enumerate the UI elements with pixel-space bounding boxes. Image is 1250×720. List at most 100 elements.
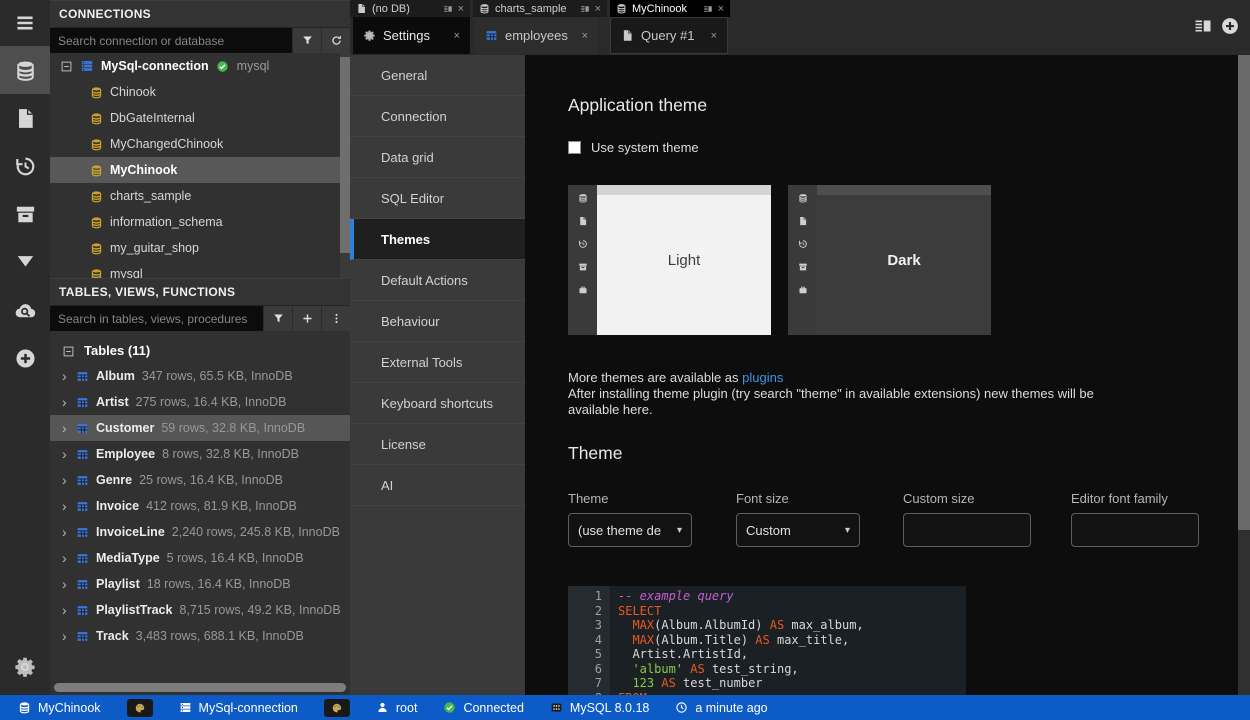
statusbar-item-root[interactable]: root <box>376 701 418 715</box>
settings-menu-item-SQL-Editor[interactable]: SQL Editor <box>350 178 525 219</box>
theme-card-sidebar <box>568 185 597 335</box>
theme-card-light[interactable]: Light <box>568 185 771 335</box>
table-meta: 18 rows, 16.4 KB, InnoDB <box>147 577 291 591</box>
iconbar-item-settings[interactable] <box>0 647 50 687</box>
table-icon <box>76 552 89 565</box>
connections-search-row <box>50 28 350 53</box>
close-icon[interactable]: × <box>711 30 717 42</box>
tables-search-input[interactable] <box>50 306 263 331</box>
statusbar-item-MySql-connection[interactable]: MySql-connection <box>179 701 298 715</box>
font-size-select[interactable]: Custom▾ <box>736 513 860 547</box>
iconbar-item-query-designer[interactable] <box>0 238 50 286</box>
close-icon[interactable]: × <box>454 30 460 42</box>
refresh-connections-button[interactable] <box>321 28 350 53</box>
database-item-information_schema[interactable]: information_schema <box>50 209 350 235</box>
field-theme: Theme(use theme de▾ <box>568 491 692 547</box>
editor-font-family-input[interactable] <box>1071 513 1199 547</box>
main-scrollbar-thumb[interactable] <box>1238 55 1250 530</box>
tables-search-row <box>50 306 350 331</box>
minus-box-icon <box>62 345 75 358</box>
statusbar-item-MyChinook[interactable]: MyChinook <box>18 701 101 715</box>
database-item-Chinook[interactable]: Chinook <box>50 79 350 105</box>
connections-scrollbar[interactable] <box>340 53 350 278</box>
table-row-Album[interactable]: ›Album347 rows, 65.5 KB, InnoDB <box>50 363 350 389</box>
settings-menu-item-Connection[interactable]: Connection <box>350 96 525 137</box>
settings-menu-item-Data-grid[interactable]: Data grid <box>350 137 525 178</box>
example-code-editor[interactable]: 12345678 -- example querySELECT MAX(Albu… <box>568 586 966 695</box>
topbar-layout-icon[interactable] <box>1193 16 1213 36</box>
settings-menu-item-Themes[interactable]: Themes <box>350 219 525 260</box>
iconbar-item-files[interactable] <box>0 94 50 142</box>
table-row-Customer[interactable]: ›Customer59 rows, 32.8 KB, InnoDB <box>50 415 350 441</box>
settings-menu-item-Keyboard-shortcuts[interactable]: Keyboard shortcuts <box>350 383 525 424</box>
filter-connections-button[interactable] <box>292 28 321 53</box>
theme-card-dark[interactable]: Dark <box>788 185 991 335</box>
iconbar-item-archive[interactable] <box>0 190 50 238</box>
statusbar-theme-chip[interactable] <box>324 699 350 717</box>
theme-cards: LightDark <box>568 185 1238 335</box>
database-item-MyChinook[interactable]: MyChinook <box>50 157 350 183</box>
statusbar-item-Connected[interactable]: Connected <box>443 701 523 715</box>
tab-group-charts_sample[interactable]: charts_sample× <box>473 0 607 17</box>
theme-select[interactable]: (use theme de▾ <box>568 513 692 547</box>
table-row-Employee[interactable]: ›Employee8 rows, 32.8 KB, InnoDB <box>50 441 350 467</box>
settings-menu-item-External-Tools[interactable]: External Tools <box>350 342 525 383</box>
plugins-link[interactable]: plugins <box>742 370 783 385</box>
settings-menu-item-AI[interactable]: AI <box>350 465 525 506</box>
statusbar-item-a-minute-ago[interactable]: a minute ago <box>675 701 767 715</box>
use-system-theme-checkbox[interactable] <box>568 141 581 154</box>
filter-tables-button[interactable] <box>263 306 292 331</box>
database-item-charts_sample[interactable]: charts_sample <box>50 183 350 209</box>
connection-root-row[interactable]: MySql-connectionmysql <box>50 53 350 79</box>
tab-group-MyChinook[interactable]: MyChinook× <box>610 0 730 17</box>
connections-search-input[interactable] <box>50 28 292 53</box>
tables-horizontal-scrollbar[interactable] <box>54 683 346 692</box>
table-row-PlaylistTrack[interactable]: ›PlaylistTrack8,715 rows, 49.2 KB, InnoD… <box>50 597 350 623</box>
code-token: 'album' <box>632 662 683 676</box>
statusbar-theme-chip[interactable] <box>127 699 153 717</box>
table-row-Playlist[interactable]: ›Playlist18 rows, 16.4 KB, InnoDB <box>50 571 350 597</box>
topbar-icons <box>1193 16 1240 36</box>
table-row-InvoiceLine[interactable]: ›InvoiceLine2,240 rows, 245.8 KB, InnoDB <box>50 519 350 545</box>
tables-group-row[interactable]: Tables (11) <box>50 337 350 363</box>
database-item-DbGateInternal[interactable]: DbGateInternal <box>50 105 350 131</box>
table-row-MediaType[interactable]: ›MediaType5 rows, 16.4 KB, InnoDB <box>50 545 350 571</box>
tables-menu-button[interactable] <box>321 306 350 331</box>
file-icon <box>621 29 634 42</box>
tab-Query-1[interactable]: Query #1× <box>610 17 728 54</box>
table-row-Invoice[interactable]: ›Invoice412 rows, 81.9 KB, InnoDB <box>50 493 350 519</box>
iconbar-item-add[interactable] <box>0 334 50 382</box>
iconbar-item-history[interactable] <box>0 142 50 190</box>
close-icon[interactable]: × <box>718 3 724 15</box>
database-item-MyChangedChinook[interactable]: MyChangedChinook <box>50 131 350 157</box>
main-scrollbar[interactable] <box>1238 55 1250 695</box>
table-row-Artist[interactable]: ›Artist275 rows, 16.4 KB, InnoDB <box>50 389 350 415</box>
settings-menu-item-Behaviour[interactable]: Behaviour <box>350 301 525 342</box>
iconbar-item-cloud-search[interactable] <box>0 286 50 334</box>
iconbar-item-main-menu[interactable] <box>0 0 50 46</box>
topbar-add-circle-icon[interactable] <box>1220 16 1240 36</box>
custom-size-input[interactable] <box>903 513 1031 547</box>
settings-menu-item-License[interactable]: License <box>350 424 525 465</box>
connections-scrollbar-thumb[interactable] <box>340 57 350 253</box>
statusbar-item-MySQL-8-0-18[interactable]: MySQL 8.0.18 <box>550 701 649 715</box>
collapse-icon[interactable] <box>62 342 75 357</box>
table-meta: 3,483 rows, 688.1 KB, InnoDB <box>136 629 304 643</box>
close-icon[interactable]: × <box>458 3 464 15</box>
iconbar-item-databases[interactable] <box>0 46 50 94</box>
database-item-mysql[interactable]: mysql <box>50 261 350 278</box>
settings-menu-item-General[interactable]: General <box>350 55 525 96</box>
settings-menu-item-Default-Actions[interactable]: Default Actions <box>350 260 525 301</box>
tab-Settings[interactable]: Settings× <box>353 17 470 54</box>
close-icon[interactable]: × <box>582 30 588 42</box>
add-table-button[interactable] <box>292 306 321 331</box>
line-number: 6 <box>568 662 602 677</box>
table-row-Track[interactable]: ›Track3,483 rows, 688.1 KB, InnoDB <box>50 623 350 649</box>
table-icon <box>76 474 89 487</box>
tab-employees[interactable]: employees× <box>475 17 598 54</box>
table-row-Genre[interactable]: ›Genre25 rows, 16.4 KB, InnoDB <box>50 467 350 493</box>
table-icon <box>76 604 89 617</box>
database-item-my_guitar_shop[interactable]: my_guitar_shop <box>50 235 350 261</box>
tab-group--no-DB-[interactable]: (no DB)× <box>350 0 470 17</box>
close-icon[interactable]: × <box>595 3 601 15</box>
